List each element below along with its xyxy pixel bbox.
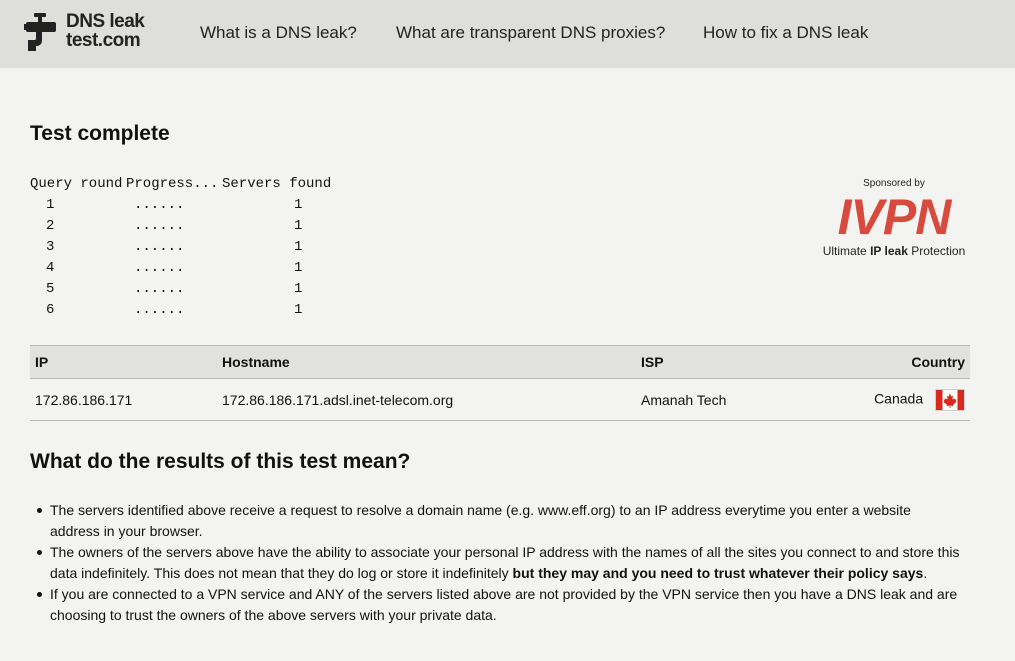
- results-explanation-list: The servers identified above receive a r…: [30, 500, 960, 626]
- cell-hostname: 172.86.186.171.adsl.inet-telecom.org: [217, 378, 636, 421]
- explain-bold-text: but they may and you need to trust whate…: [512, 565, 924, 581]
- round-servers: 1: [294, 218, 303, 234]
- list-item: The servers identified above receive a r…: [30, 500, 960, 542]
- nav-what-is-dns-leak[interactable]: What is a DNS leak?: [200, 23, 357, 43]
- ivpn-logo: IVPN: [838, 192, 954, 240]
- nav-fix-dns-leak[interactable]: How to fix a DNS leak: [703, 23, 868, 43]
- canada-flag-icon: [935, 388, 965, 411]
- site-logo[interactable]: DNS leak test.com: [24, 12, 164, 54]
- progress-row: 5 ...... 1: [30, 279, 350, 300]
- round-progress: ......: [134, 302, 185, 318]
- col-progress: Progress...: [126, 176, 219, 192]
- round-servers: 1: [294, 197, 303, 213]
- round-servers: 1: [294, 302, 303, 318]
- progress-row: 6 ...... 1: [30, 300, 350, 321]
- logo-line-1: DNS leak: [66, 11, 145, 32]
- country-name: Canada: [874, 390, 924, 407]
- logo-line-2: test.com: [66, 30, 141, 51]
- round-progress: ......: [134, 239, 185, 255]
- ivpn-logo-text: IVPN: [838, 192, 953, 240]
- sponsor-ad[interactable]: Sponsored by IVPN Ultimate IP leak Prote…: [815, 178, 973, 262]
- round-number: 5: [46, 281, 55, 297]
- cell-country: Canada: [816, 378, 970, 421]
- query-progress: Query round Progress... Servers found 1 …: [30, 174, 350, 321]
- tagline-prefix: Ultimate: [822, 244, 867, 258]
- list-item: If you are connected to a VPN service an…: [30, 584, 960, 626]
- progress-row: 4 ...... 1: [30, 258, 350, 279]
- tagline-bold: IP leak: [870, 244, 908, 258]
- round-number: 6: [46, 302, 55, 318]
- sponsored-by-label: Sponsored by: [863, 178, 925, 189]
- page-title: Test complete: [30, 122, 170, 145]
- round-number: 4: [46, 260, 55, 276]
- round-progress: ......: [134, 218, 185, 234]
- tap-icon: [24, 13, 56, 51]
- round-servers: 1: [294, 239, 303, 255]
- results-table: IP Hostname ISP Country 172.86.186.171 1…: [30, 345, 970, 421]
- cell-ip: 172.86.186.171: [30, 378, 217, 421]
- round-servers: 1: [294, 281, 303, 297]
- sponsor-tagline: Ultimate IP leak Protection: [815, 244, 973, 258]
- logo-text: DNS leak test.com: [66, 11, 145, 51]
- results-header-row: IP Hostname ISP Country: [30, 345, 970, 379]
- nav-transparent-dns-proxies[interactable]: What are transparent DNS proxies?: [396, 23, 665, 43]
- progress-header-row: Query round Progress... Servers found: [30, 174, 350, 195]
- round-number: 1: [46, 197, 55, 213]
- cell-isp: Amanah Tech: [636, 378, 816, 421]
- progress-row: 2 ...... 1: [30, 216, 350, 237]
- round-progress: ......: [134, 197, 185, 213]
- explain-text: If you are connected to a VPN service an…: [50, 586, 958, 623]
- round-progress: ......: [134, 260, 185, 276]
- round-progress: ......: [134, 281, 185, 297]
- progress-row: 3 ...... 1: [30, 237, 350, 258]
- tagline-suffix: Protection: [911, 244, 966, 258]
- table-row: 172.86.186.171 172.86.186.171.adsl.inet-…: [30, 378, 970, 421]
- results-meaning-heading: What do the results of this test mean?: [30, 450, 411, 473]
- col-servers-found: Servers found: [222, 176, 332, 192]
- round-number: 3: [46, 239, 55, 255]
- col-country: Country: [816, 345, 970, 379]
- col-ip: IP: [30, 345, 217, 379]
- col-query-round: Query round: [30, 176, 123, 192]
- col-hostname: Hostname: [217, 345, 636, 379]
- site-header: DNS leak test.com What is a DNS leak? Wh…: [0, 0, 1015, 68]
- progress-row: 1 ...... 1: [30, 195, 350, 216]
- explain-text: The servers identified above receive a r…: [50, 502, 911, 539]
- round-number: 2: [46, 218, 55, 234]
- col-isp: ISP: [636, 345, 816, 379]
- list-item: The owners of the servers above have the…: [30, 542, 960, 584]
- round-servers: 1: [294, 260, 303, 276]
- explain-text-end: .: [923, 565, 928, 581]
